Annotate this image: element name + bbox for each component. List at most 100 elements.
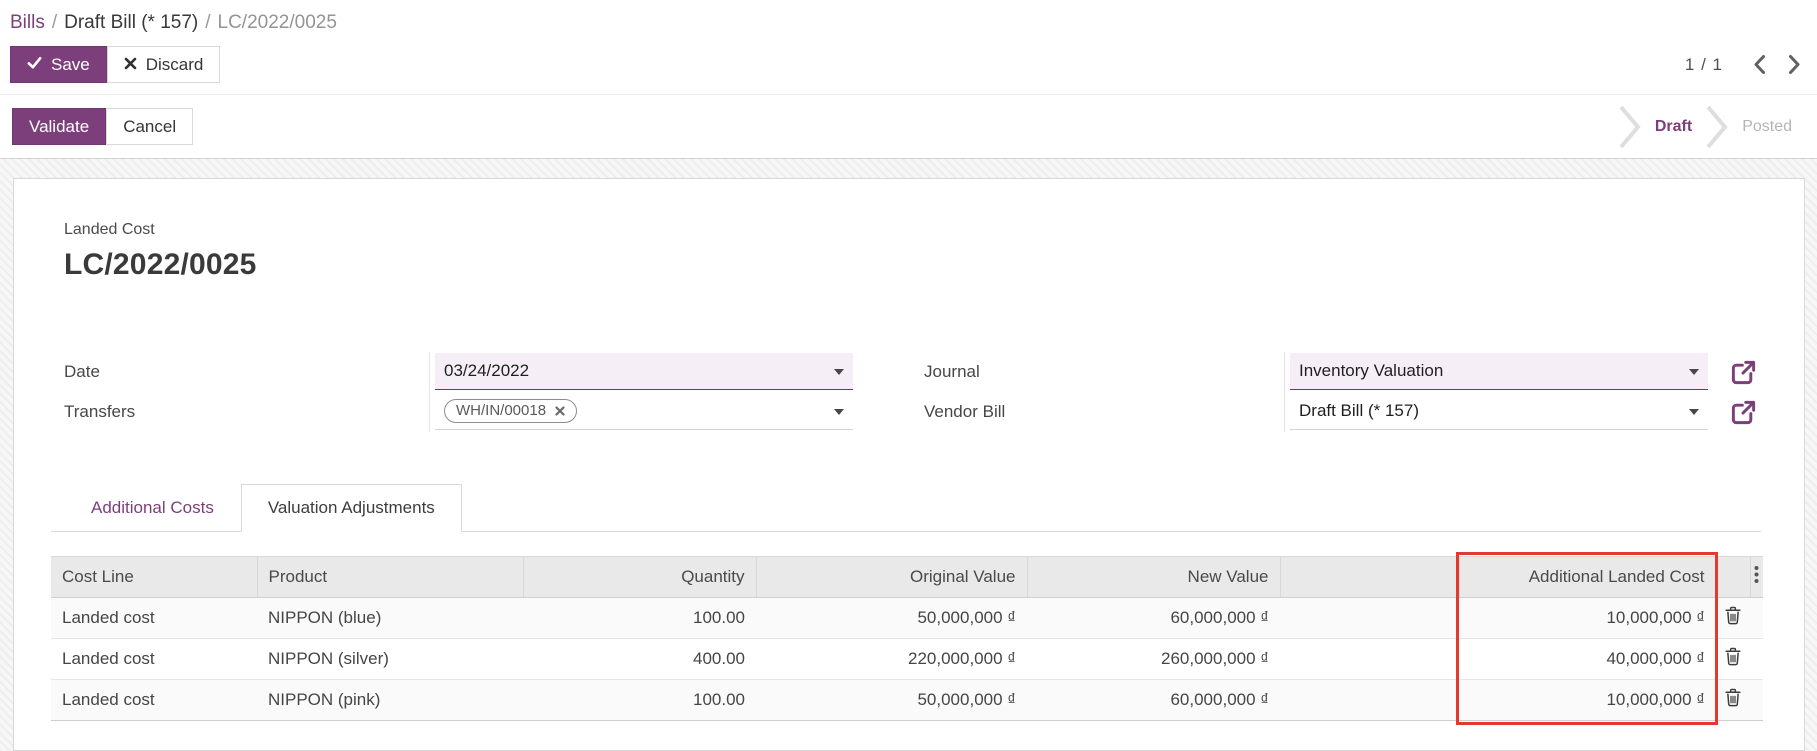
- validate-button-label: Validate: [29, 116, 90, 136]
- vertical-dots-icon: [1754, 566, 1759, 587]
- times-icon: [124, 55, 137, 75]
- cell-product[interactable]: NIPPON (silver): [257, 638, 523, 680]
- header-product[interactable]: Product: [257, 556, 524, 598]
- journal-external-link-button[interactable]: [1730, 359, 1757, 386]
- transfers-field-label: Transfers: [64, 402, 136, 421]
- cell-new-value[interactable]: 60,000,000 ₫: [1027, 597, 1280, 639]
- table-row: Landed cost NIPPON (silver) 400.00 220,0…: [51, 638, 1763, 680]
- delete-row-button[interactable]: [1725, 647, 1741, 666]
- fields-gap: [853, 352, 911, 392]
- pager-next-button[interactable]: [1788, 54, 1801, 75]
- caret-down-icon: [1689, 369, 1699, 375]
- valuation-adjustments-table-wrap: Cost Line Product Quantity Original Valu…: [51, 552, 1763, 725]
- journal-value: Inventory Valuation: [1299, 361, 1444, 380]
- statusbar-arrow-icon: [1618, 105, 1642, 149]
- pager-counter: 1 / 1: [1684, 54, 1723, 74]
- form-sheet: Landed Cost LC/2022/0025 Date 03/24/2022…: [13, 178, 1805, 751]
- vendor-bill-field-label: Vendor Bill: [924, 402, 1006, 421]
- cell-empty: [1280, 597, 1459, 639]
- cell-spacer: [1750, 597, 1763, 639]
- fields-area: Date 03/24/2022 Journal Inventory Valuat…: [51, 352, 1761, 432]
- transfers-input[interactable]: WH/IN/00018: [435, 393, 853, 430]
- tag-remove-icon[interactable]: [555, 405, 565, 416]
- breadcrumb-draft-bill[interactable]: Draft Bill (* 157): [64, 12, 198, 33]
- cell-empty: [1280, 679, 1459, 721]
- delete-row-button[interactable]: [1725, 688, 1741, 707]
- fields-gap: [853, 392, 911, 432]
- statusbar-arrow-icon: [1705, 105, 1729, 149]
- notebook-tabs: Additional Costs Valuation Adjustments: [51, 484, 1761, 532]
- status-bar: Validate Cancel Draft Posted: [0, 94, 1817, 159]
- breadcrumb-bills[interactable]: Bills: [10, 12, 45, 33]
- cell-additional-landed-cost[interactable]: 10,000,000 ₫: [1459, 597, 1716, 639]
- table-header-row: Cost Line Product Quantity Original Valu…: [51, 556, 1763, 598]
- header-optional-columns: [1750, 556, 1763, 598]
- journal-input[interactable]: Inventory Valuation: [1290, 353, 1708, 390]
- date-value: 03/24/2022: [444, 361, 530, 380]
- optional-columns-toggle-button[interactable]: [1754, 565, 1759, 584]
- cell-cost-line[interactable]: Landed cost: [51, 679, 257, 721]
- cell-original-value[interactable]: 50,000,000 ₫: [756, 597, 1027, 639]
- cell-additional-landed-cost[interactable]: 10,000,000 ₫: [1459, 679, 1716, 721]
- header-new-value[interactable]: New Value: [1027, 556, 1281, 598]
- external-link-icon: [1730, 400, 1757, 429]
- validate-button[interactable]: Validate: [12, 108, 107, 145]
- trash-icon: [1725, 606, 1741, 628]
- chevron-left-icon: [1753, 55, 1766, 78]
- tab-additional-costs[interactable]: Additional Costs: [64, 484, 241, 531]
- discard-button[interactable]: Discard: [106, 46, 221, 83]
- breadcrumb-separator: /: [205, 12, 211, 33]
- statusbar-states: Draft Posted: [1618, 95, 1817, 158]
- save-button[interactable]: Save: [10, 46, 107, 83]
- form-background: Landed Cost LC/2022/0025 Date 03/24/2022…: [0, 159, 1817, 751]
- cell-new-value[interactable]: 260,000,000 ₫: [1027, 638, 1280, 680]
- header-cost-line[interactable]: Cost Line: [51, 556, 258, 598]
- chevron-right-icon: [1788, 55, 1801, 78]
- cancel-button[interactable]: Cancel: [106, 108, 194, 145]
- date-input[interactable]: 03/24/2022: [435, 353, 853, 390]
- cell-quantity[interactable]: 100.00: [523, 597, 756, 639]
- vendor-bill-value: Draft Bill (* 157): [1299, 401, 1419, 420]
- cell-additional-landed-cost[interactable]: 40,000,000 ₫: [1459, 638, 1716, 680]
- cell-spacer: [1750, 679, 1763, 721]
- cell-product[interactable]: NIPPON (blue): [257, 597, 523, 639]
- save-button-label: Save: [51, 54, 90, 74]
- header-empty: [1280, 556, 1460, 598]
- vendor-bill-external-link-button[interactable]: [1730, 399, 1757, 426]
- vendor-bill-field-cell: Draft Bill (* 157): [1284, 392, 1708, 432]
- cell-original-value[interactable]: 220,000,000 ₫: [756, 638, 1027, 680]
- check-icon: [27, 55, 42, 75]
- date-field-label: Date: [64, 362, 100, 381]
- pager-previous-button[interactable]: [1753, 54, 1766, 75]
- journal-field-cell: Inventory Valuation: [1284, 352, 1708, 392]
- transfer-tag: WH/IN/00018: [444, 399, 578, 423]
- cell-cost-line[interactable]: Landed cost: [51, 597, 257, 639]
- cell-delete: [1716, 597, 1750, 639]
- cell-original-value[interactable]: 50,000,000 ₫: [756, 679, 1027, 721]
- cell-quantity[interactable]: 400.00: [523, 638, 756, 680]
- delete-row-button[interactable]: [1725, 606, 1741, 625]
- header-quantity[interactable]: Quantity: [523, 556, 757, 598]
- header-additional-landed-cost[interactable]: Additional Landed Cost: [1459, 556, 1717, 598]
- pager: 1 / 1: [1685, 54, 1805, 75]
- statusbar-state-draft[interactable]: Draft: [1642, 118, 1705, 136]
- breadcrumb-current: LC/2022/0025: [217, 12, 337, 33]
- caret-down-icon: [1689, 409, 1699, 415]
- valuation-adjustments-table: Cost Line Product Quantity Original Valu…: [51, 556, 1763, 721]
- discard-button-label: Discard: [145, 54, 204, 74]
- button-row: Save Discard 1 / 1: [0, 44, 1817, 94]
- model-label: Landed Cost: [64, 221, 155, 238]
- date-field-cell: 03/24/2022: [429, 352, 853, 392]
- journal-external-cell: [1708, 352, 1763, 392]
- cell-cost-line[interactable]: Landed cost: [51, 638, 257, 680]
- vendor-bill-input[interactable]: Draft Bill (* 157): [1290, 393, 1708, 430]
- cell-spacer: [1750, 638, 1763, 680]
- breadcrumb-separator: /: [51, 12, 58, 33]
- header-original-value[interactable]: Original Value: [756, 556, 1028, 598]
- page-title: LC/2022/0025: [64, 248, 257, 281]
- cell-quantity[interactable]: 100.00: [523, 679, 756, 721]
- cell-product[interactable]: NIPPON (pink): [257, 679, 523, 721]
- cell-new-value[interactable]: 60,000,000 ₫: [1027, 679, 1280, 721]
- tab-valuation-adjustments[interactable]: Valuation Adjustments: [240, 484, 462, 532]
- statusbar-state-posted[interactable]: Posted: [1729, 118, 1805, 136]
